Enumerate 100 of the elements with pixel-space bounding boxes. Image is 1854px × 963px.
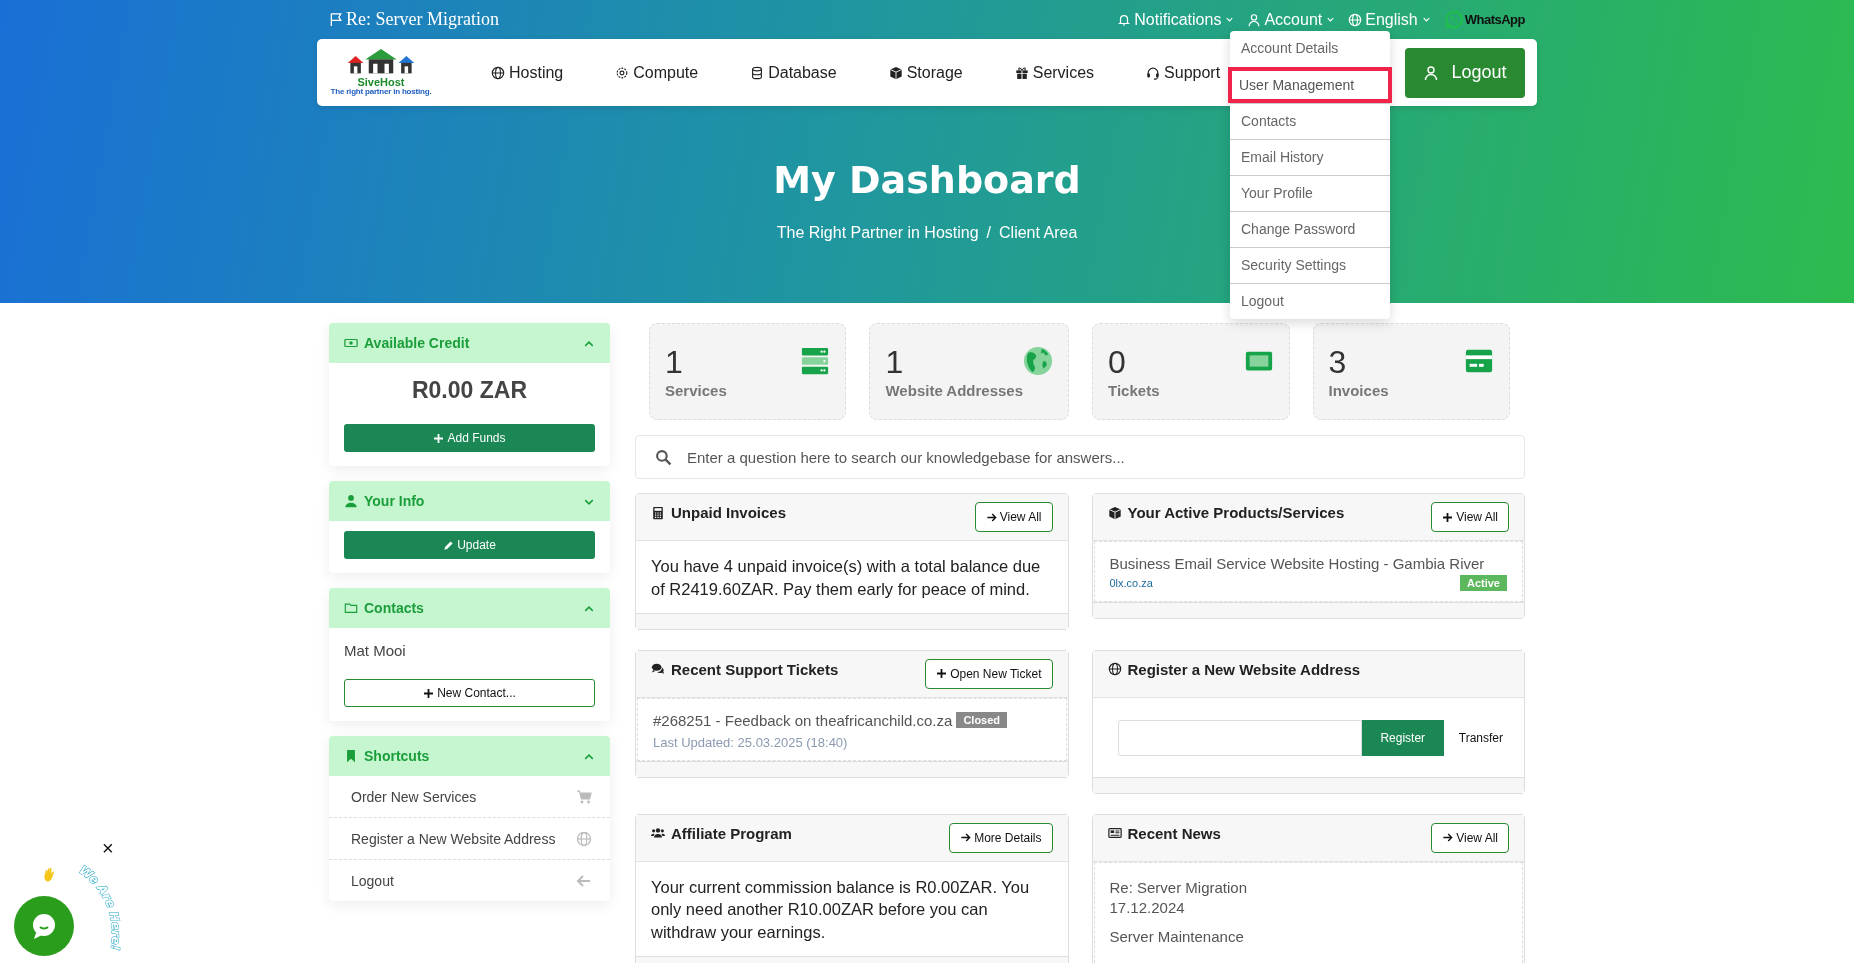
- nav-link[interactable]: Hosting: [491, 63, 564, 82]
- news-title[interactable]: Re: Server Migration: [1109, 878, 1507, 896]
- nav-link[interactable]: Compute: [615, 63, 699, 82]
- globe-icon: [1107, 662, 1122, 677]
- news-date: 17.12.2024: [1109, 898, 1186, 916]
- cart-icon: [576, 788, 592, 805]
- domain-link[interactable]: 0lx.co.za: [1109, 577, 1153, 589]
- globe-icon: [1348, 12, 1363, 27]
- panel-title: Register a New Website Address: [1107, 660, 1361, 678]
- nav-link[interactable]: Support: [1146, 63, 1221, 82]
- menu-item[interactable]: User Management: [1228, 67, 1392, 103]
- brand-name: SiveHost: [357, 76, 405, 89]
- product-name: Business Email Service Website Hosting - Gambia River: [1109, 555, 1486, 572]
- plus-icon: [423, 687, 435, 699]
- cube-icon: [888, 65, 903, 80]
- globe-icon: [491, 65, 505, 80]
- close-button[interactable]: ×: [102, 838, 114, 858]
- plus-icon: [433, 432, 445, 444]
- card-title: Contacts: [344, 600, 424, 616]
- nav-link[interactable]: Database: [750, 63, 837, 82]
- view-button[interactable]: More Details: [949, 822, 1053, 853]
- add-button[interactable]: View All: [1431, 502, 1509, 532]
- menu-item[interactable]: Security Settings: [1230, 247, 1390, 283]
- folder-icon: [344, 601, 358, 615]
- logo[interactable]: SiveHost The right partner in hosting.: [331, 48, 431, 97]
- server-icon: [800, 346, 831, 376]
- search-field[interactable]: Enter a question here to search our knowledgebase for answers...: [635, 435, 1525, 479]
- panel-title: Recent Support Tickets: [651, 660, 839, 678]
- card-title: Available Credit: [344, 335, 470, 351]
- arrow-left-icon: [576, 872, 592, 889]
- ticket-updated: Last Updated: 25.03.2025 (18:40): [653, 734, 849, 750]
- chat-bubble-icon: [1443, 9, 1464, 30]
- tagline: The right partner in hosting.: [330, 88, 432, 97]
- view-button[interactable]: View All: [1431, 822, 1509, 853]
- menu-item[interactable]: Logout: [1230, 283, 1390, 319]
- gear-icon: [615, 65, 630, 80]
- menu-item[interactable]: Your Profile: [1230, 175, 1390, 211]
- headset-icon: [1146, 65, 1161, 80]
- bell-icon: [1117, 12, 1132, 27]
- whatsapp-link[interactable]: WhatsApp: [1443, 9, 1525, 30]
- stat-card[interactable]: 0 Tickets: [1092, 323, 1290, 420]
- panel-title: Your Active Products/Services: [1107, 504, 1345, 521]
- credit-amount: R0.00 ZAR: [410, 376, 528, 405]
- panel-title: Recent News: [1107, 824, 1221, 842]
- announcement-link[interactable]: Re: Server Migration: [329, 9, 499, 30]
- add-funds-button[interactable]: Add Funds: [344, 424, 595, 452]
- arrow-right-icon: [1442, 832, 1454, 844]
- banknote-icon: [344, 336, 358, 350]
- page-title: My Dashboard: [773, 158, 1081, 202]
- card-title: Shortcuts: [344, 748, 430, 764]
- cube-icon: [1107, 505, 1122, 520]
- arrow-right-icon: [960, 832, 972, 844]
- news-title[interactable]: Server Maintenance: [1109, 927, 1507, 945]
- stat-card[interactable]: 3 Invoices: [1312, 323, 1510, 420]
- pencil-icon: [443, 539, 455, 551]
- search-icon: [655, 449, 672, 466]
- card-title: Your Info: [344, 493, 425, 509]
- menu-item[interactable]: Account Details: [1230, 31, 1390, 67]
- transfer-button[interactable]: Transfer: [1443, 730, 1509, 745]
- register-button[interactable]: Register: [1361, 719, 1444, 756]
- logout-button[interactable]: Logout: [1405, 47, 1525, 98]
- user-icon: [1423, 64, 1440, 81]
- view-button[interactable]: View All: [974, 502, 1053, 532]
- ticket-item[interactable]: #268251 - Feedback on theafricanchild.co.za Closed Last Updated: 25.03.2025 (18:40): [637, 697, 1067, 761]
- ticket-title: #268251 - Feedback on theafricanchild.co.za: [653, 711, 953, 729]
- menu-item[interactable]: Contacts: [1230, 103, 1390, 139]
- newspaper-icon: [1107, 826, 1122, 841]
- nav-link[interactable]: Services: [1014, 63, 1095, 82]
- menu-item[interactable]: Change Password: [1230, 211, 1390, 247]
- speech-bubbles-icon: [651, 662, 665, 677]
- user-icon: [1247, 12, 1262, 27]
- shortcut-link[interactable]: Order New Services: [329, 776, 610, 817]
- status-badge: Closed: [956, 712, 1008, 729]
- user-icon: [344, 494, 358, 508]
- shortcut-link[interactable]: Logout: [329, 859, 610, 901]
- contact-name: Mat Mooi: [344, 641, 407, 661]
- bookmark-icon: [344, 749, 358, 763]
- menu-item[interactable]: Email History: [1230, 139, 1390, 175]
- panel-message: You have 4 unpaid invoice(s) with a total balance due of R2419.60ZAR. Pay them early for peace of mind.: [650, 556, 1042, 600]
- stat-card[interactable]: 1 Website Addresses: [869, 323, 1070, 420]
- plus-icon: [936, 668, 948, 680]
- stat-card[interactable]: 1 Services: [649, 323, 847, 420]
- calculator-icon: [651, 505, 665, 520]
- panel-message: Your current commission balance is R0.00ZAR. You only need another R10.00ZAR before you can withdraw your earnings.: [650, 876, 1031, 944]
- panel-title: Unpaid Invoices: [651, 504, 787, 521]
- shortcut-link[interactable]: Register a New Website Address: [329, 817, 610, 859]
- status-badge: Active: [1459, 575, 1507, 591]
- gift-icon: [1014, 65, 1029, 80]
- arrow-right-icon: [985, 511, 997, 523]
- nav-link[interactable]: Storage: [888, 63, 963, 82]
- chat-button[interactable]: [14, 896, 74, 956]
- add-button[interactable]: Open New Ticket: [925, 658, 1053, 689]
- domain-input[interactable]: [1117, 719, 1362, 756]
- update-button[interactable]: Update: [344, 531, 595, 559]
- flag-icon: [329, 12, 344, 27]
- globe-icon: [1023, 346, 1054, 376]
- plus-icon: [1442, 511, 1454, 523]
- breadcrumb-separator: /: [986, 224, 992, 242]
- new-contact-button[interactable]: New Contact...: [344, 679, 595, 707]
- database-icon: [750, 65, 765, 80]
